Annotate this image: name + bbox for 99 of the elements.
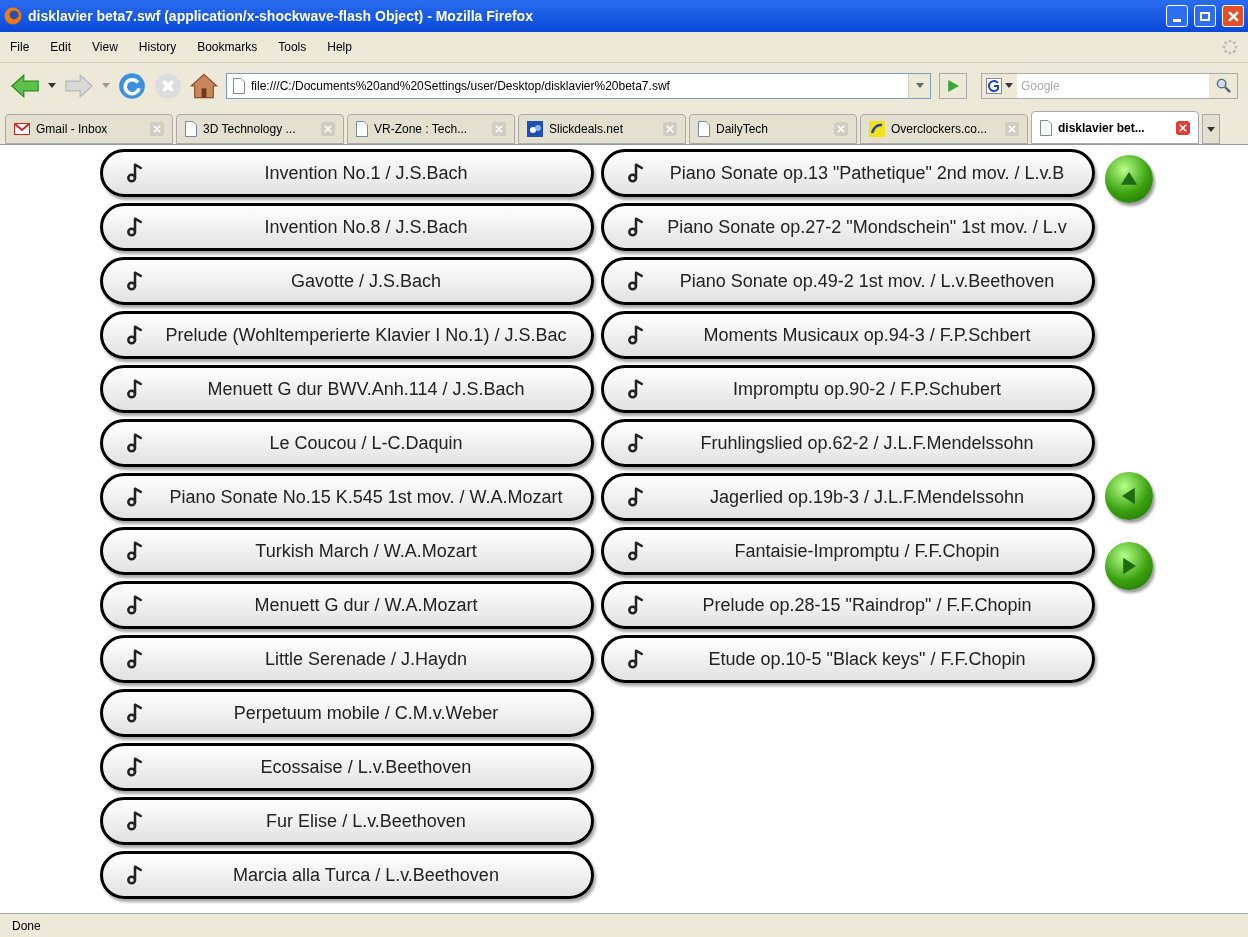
home-icon[interactable] [190, 71, 218, 100]
music-note-icon [626, 217, 646, 237]
song-button[interactable]: Fruhlingslied op.62-2 / J.L.F.Mendelssohn [601, 419, 1095, 467]
song-button[interactable]: Prelude (Wohltemperierte Klavier I No.1) / J.S.Bac [100, 311, 594, 359]
menu-item[interactable]: Tools [278, 38, 307, 56]
music-note-icon [125, 325, 145, 345]
song-button[interactable]: Fantaisie-Impromptu / F.F.Chopin [601, 527, 1095, 575]
song-button[interactable]: Prelude op.28-15 "Raindrop" / F.F.Chopin [601, 581, 1095, 629]
tab-list-button[interactable] [1202, 114, 1220, 144]
next-button[interactable] [1105, 542, 1153, 590]
song-button[interactable]: Menuett G dur / W.A.Mozart [100, 581, 594, 629]
close-button[interactable] [1222, 5, 1244, 27]
music-note-icon [626, 487, 646, 507]
window-title: disklavier beta7.swf (application/x-shockwave-flash Object) - Mozilla Firefox [28, 6, 534, 26]
restore-button[interactable] [1194, 5, 1216, 27]
music-note-icon [626, 595, 646, 615]
song-button[interactable]: Turkish March / W.A.Mozart [100, 527, 594, 575]
music-note-icon [125, 541, 145, 561]
music-note-icon [626, 649, 646, 669]
throbber-icon [1222, 39, 1238, 55]
song-button[interactable]: Ecossaise / L.v.Beethoven [100, 743, 594, 791]
page-icon [698, 121, 710, 137]
music-note-icon [125, 703, 145, 723]
menu-item[interactable]: Bookmarks [197, 38, 258, 56]
browser-tab[interactable]: VR-Zone : Tech... [347, 114, 515, 144]
caret-icon[interactable] [48, 83, 56, 88]
song-button[interactable]: Marcia alla Turca / L.v.Beethoven [100, 851, 594, 899]
song-button[interactable]: Impromptu op.90-2 / F.P.Schubert [601, 365, 1095, 413]
scroll-up-button[interactable] [1105, 155, 1153, 203]
music-note-icon [626, 379, 646, 399]
song-button[interactable]: Piano Sonate No.15 K.545 1st mov. / W.A.Mozart [100, 473, 594, 521]
search-engine-button[interactable] [982, 73, 1017, 98]
song-button[interactable]: Etude op.10-5 "Black keys" / F.F.Chopin [601, 635, 1095, 683]
browser-tab[interactable]: Gmail - Inbox [5, 114, 173, 144]
site-logo-icon [527, 121, 543, 137]
menu-item[interactable]: History [138, 38, 177, 56]
music-note-icon [125, 865, 145, 885]
music-note-icon [125, 163, 145, 183]
mail-icon [14, 123, 30, 135]
back-arrow-icon[interactable] [10, 73, 40, 98]
caret-icon[interactable] [1207, 126, 1215, 132]
music-note-icon [125, 649, 145, 669]
menu-item[interactable]: View [92, 38, 118, 56]
browser-tab[interactable]: disklavier bet... [1031, 111, 1199, 144]
music-note-icon [125, 433, 145, 453]
song-button[interactable]: Menuett G dur BWV.Anh.114 / J.S.Bach [100, 365, 594, 413]
browser-tab[interactable]: Slickdeals.net [518, 114, 686, 144]
song-button[interactable]: Little Serenade / J.Haydn [100, 635, 594, 683]
song-button[interactable]: Fur Elise / L.v.Beethoven [100, 797, 594, 845]
caret-icon[interactable] [915, 83, 924, 88]
song-button[interactable]: Invention No.1 / J.S.Bach [100, 149, 594, 197]
menu-item[interactable]: File [10, 38, 30, 56]
status-text: Done [12, 917, 41, 935]
search-input[interactable]: Google [1017, 76, 1209, 95]
caret-icon[interactable] [1005, 83, 1013, 88]
music-note-icon [125, 271, 145, 291]
song-button[interactable]: Piano Sonate op.27-2 "Mondschein" 1st mov. / L.v [601, 203, 1095, 251]
minimize-button[interactable] [1166, 5, 1188, 27]
browser-tab[interactable]: DailyTech [689, 114, 857, 144]
page-icon [185, 121, 197, 137]
music-note-icon [125, 595, 145, 615]
music-note-icon [626, 163, 646, 183]
address-bar[interactable]: file:///C:/Documents%20and%20Settings/user/Desktop/disklavier%20beta7.swf [226, 72, 931, 99]
song-button[interactable]: Invention No.8 / J.S.Bach [100, 203, 594, 251]
menu-item[interactable]: Help [327, 38, 352, 56]
song-button[interactable]: Gavotte / J.S.Bach [100, 257, 594, 305]
song-button[interactable]: Jagerlied op.19b-3 / J.L.F.Mendelssohn [601, 473, 1095, 521]
browser-tab[interactable]: Overclockers.co... [860, 114, 1028, 144]
music-note-icon [626, 325, 646, 345]
search-field[interactable]: Google [981, 72, 1238, 99]
dropdown-button[interactable] [908, 73, 930, 98]
song-button[interactable]: Perpetuum mobile / C.M.v.Weber [100, 689, 594, 737]
page-icon [1040, 119, 1052, 136]
music-note-icon [626, 541, 646, 561]
music-note-icon [125, 487, 145, 507]
site-logo-icon [869, 121, 885, 137]
search-engine-logo-icon [986, 77, 1002, 94]
go-button[interactable] [939, 72, 967, 99]
close-tab-icon[interactable] [1176, 120, 1190, 135]
music-note-icon [125, 379, 145, 399]
firefox-icon [4, 7, 22, 25]
search-icon[interactable] [1209, 73, 1237, 98]
page-icon [233, 77, 245, 94]
music-note-icon [626, 271, 646, 291]
song-button[interactable]: Piano Sonate op.13 "Pathetique" 2nd mov. / L.v.B [601, 149, 1095, 197]
song-button[interactable]: Piano Sonate op.49-2 1st mov. / L.v.Beethoven [601, 257, 1095, 305]
music-note-icon [125, 217, 145, 237]
play-icon [947, 79, 959, 92]
menu-item[interactable]: Edit [50, 38, 72, 56]
song-button[interactable]: Moments Musicaux op.94-3 / F.P.Schbert [601, 311, 1095, 359]
music-note-icon [125, 757, 145, 777]
close-icon [1227, 10, 1239, 22]
song-button[interactable]: Le Coucou / L-C.Daquin [100, 419, 594, 467]
page-icon [356, 121, 368, 137]
previous-button[interactable] [1105, 472, 1153, 520]
reload-icon[interactable] [118, 71, 146, 100]
browser-tab[interactable]: 3D Technology ... [176, 114, 344, 144]
music-note-icon [626, 433, 646, 453]
music-note-icon [125, 811, 145, 831]
